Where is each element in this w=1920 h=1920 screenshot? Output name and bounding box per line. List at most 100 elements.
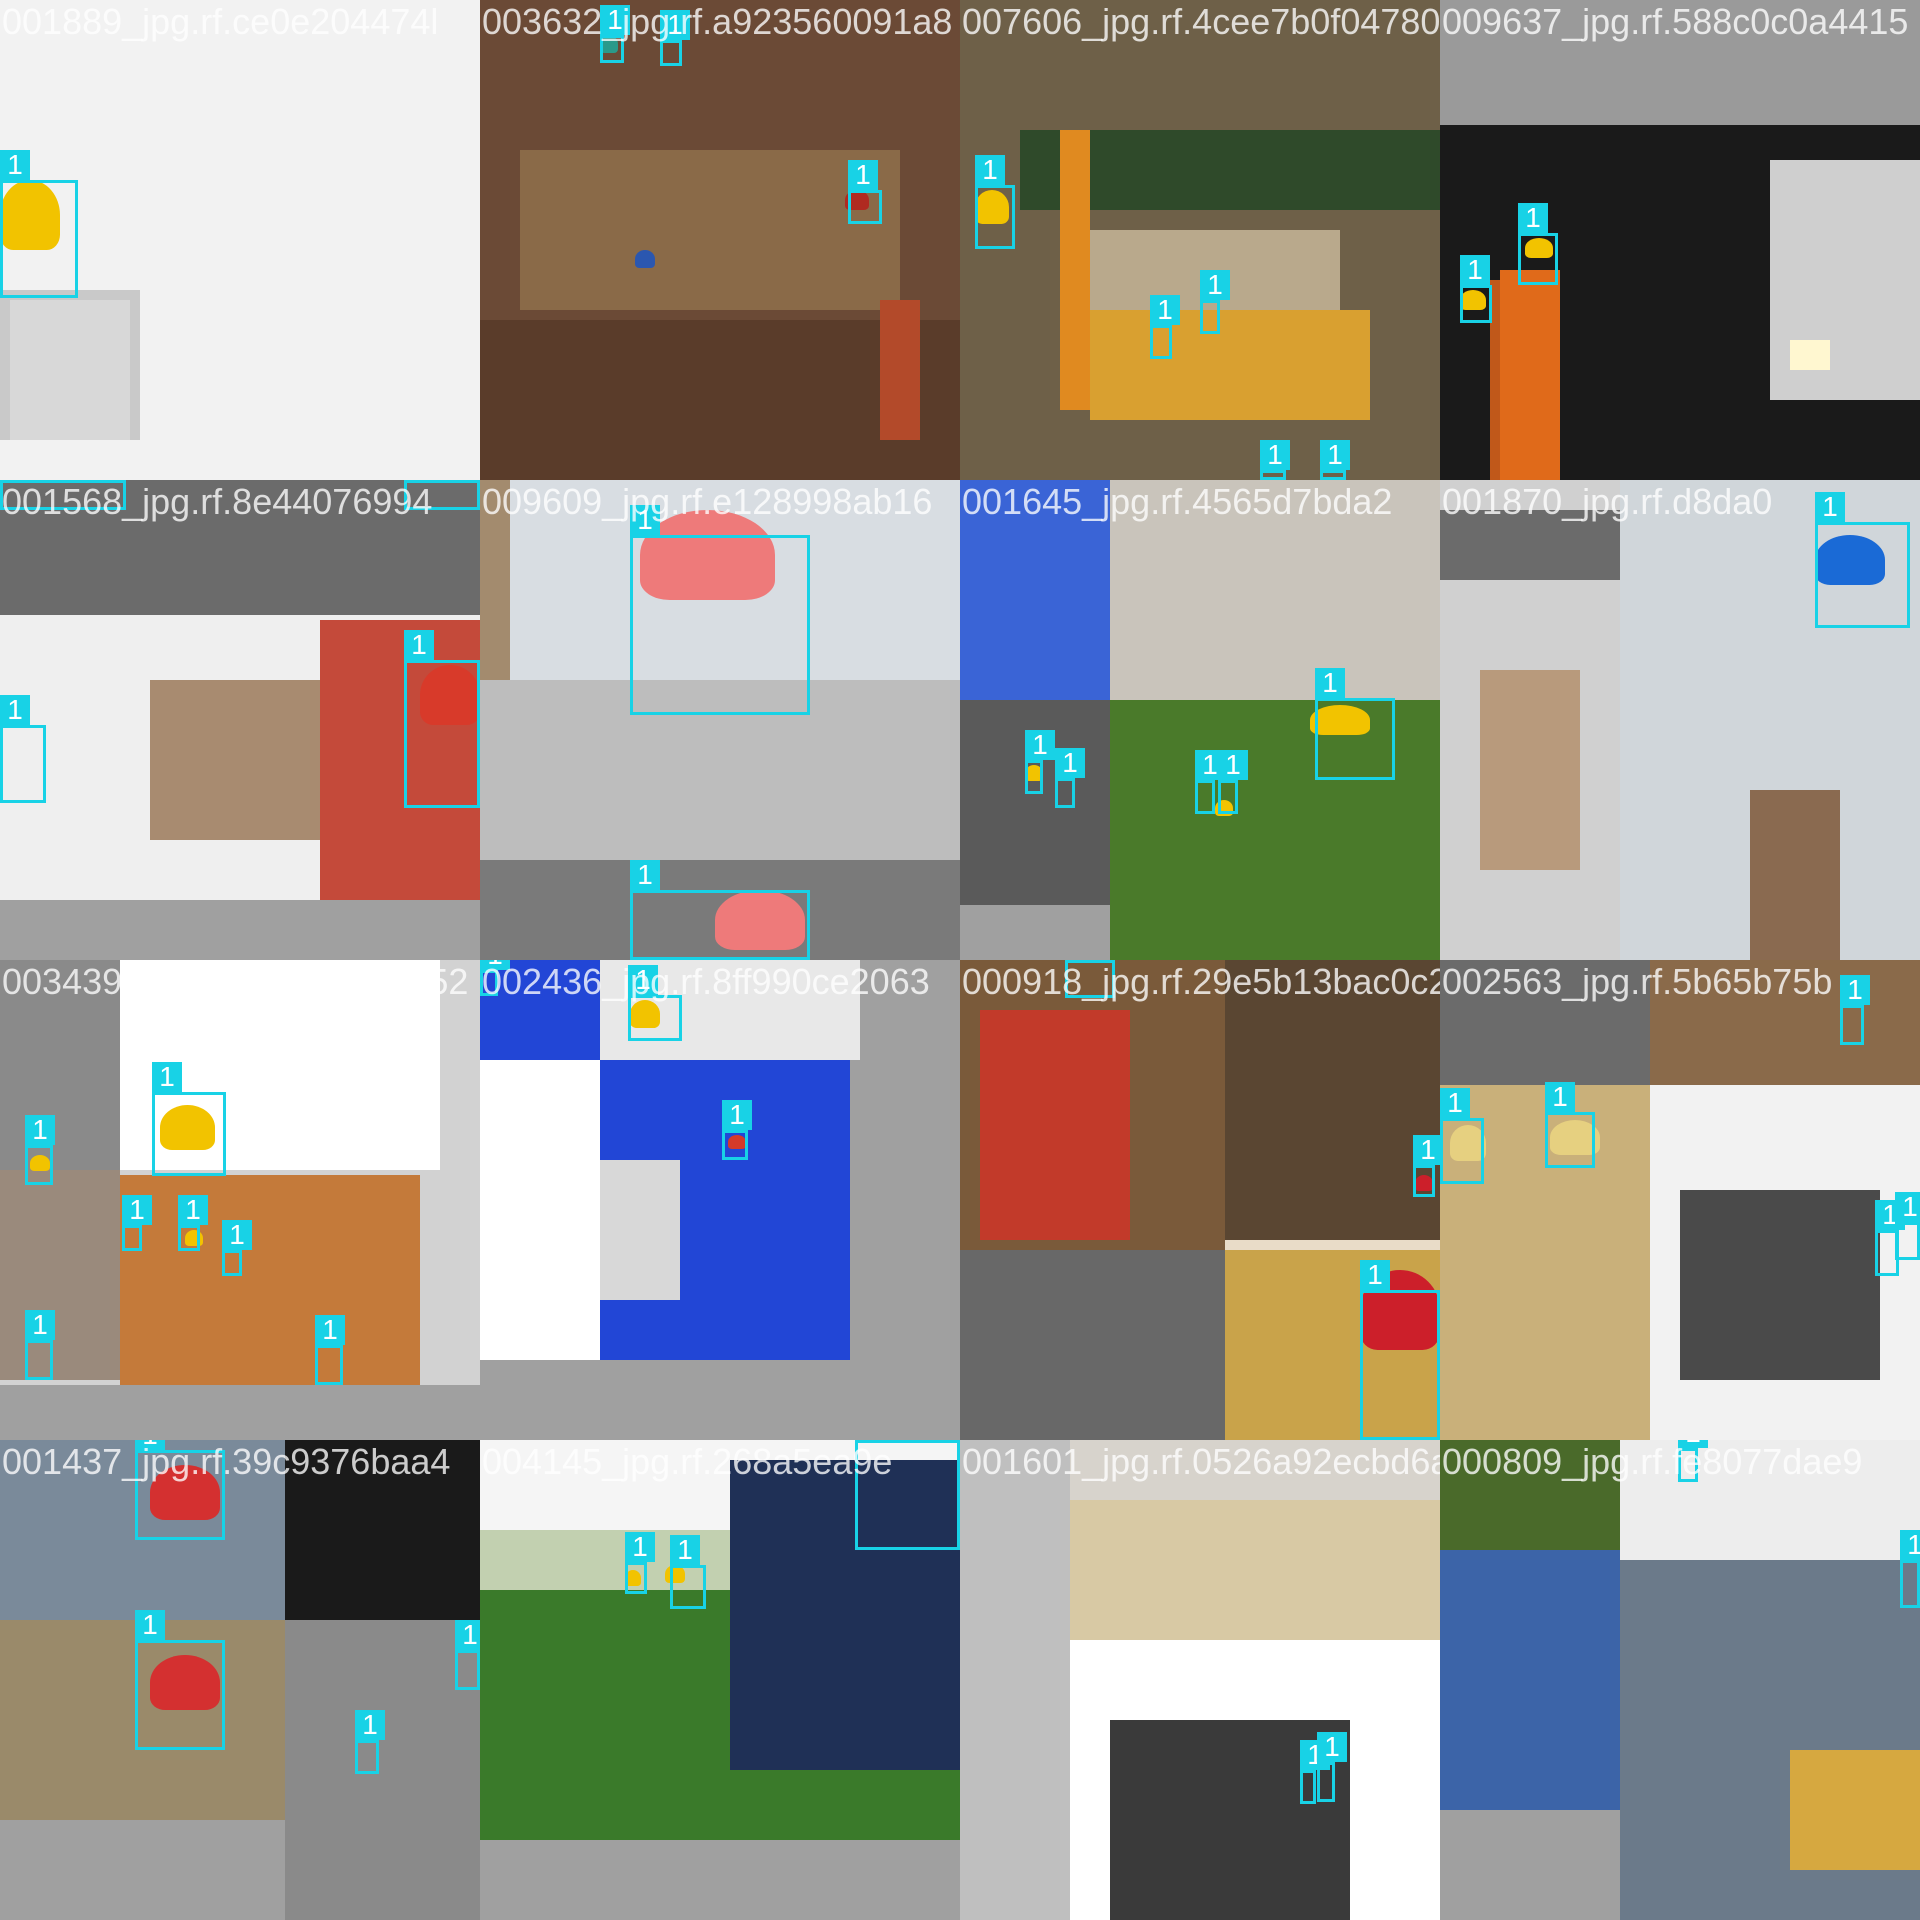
detection-box: 1 <box>1545 1082 1595 1168</box>
class-label: 1 <box>25 1310 55 1340</box>
photo-region <box>1790 340 1830 370</box>
detection-box: 1 <box>1200 270 1230 334</box>
class-label: 1 <box>0 695 30 725</box>
detection-box: 1 <box>1260 440 1290 480</box>
detection-box: 1 <box>25 1115 55 1185</box>
photo-region <box>1750 790 1840 960</box>
detection-box: 1 <box>404 630 480 808</box>
photo-region <box>1440 1550 1620 1810</box>
detection-box: 1 <box>722 1100 752 1160</box>
detection-box: 1 <box>600 5 630 63</box>
photo-region <box>1440 960 1650 1085</box>
mosaic-tile: 1 1 1 1 1 002563_jpg.rf.5b65b75b <box>1440 960 1920 1440</box>
photo-region <box>480 1060 600 1360</box>
detection-box: 1 <box>355 1710 385 1774</box>
photo-region <box>1070 1500 1440 1640</box>
detection-box: 1 <box>625 1532 655 1594</box>
class-label: 1 <box>630 860 660 890</box>
photo-region <box>480 1840 960 1920</box>
detection-box: 1 <box>315 1315 345 1385</box>
class-label: 1 <box>1895 1192 1920 1222</box>
detection-box: 1 <box>152 1062 226 1176</box>
class-label: 1 <box>1678 1440 1708 1448</box>
class-label: 1 <box>0 150 30 180</box>
class-label: 1 <box>722 1100 752 1130</box>
detection-box: 1 <box>135 1440 225 1540</box>
mosaic-tile: 1 1 1 003632_jpg.rf.a923560091a8 <box>480 0 960 480</box>
mosaic-tile: 11000809_jpg.rf.fe8077dae9 <box>1440 1440 1920 1920</box>
class-label: 1 <box>455 1620 480 1650</box>
class-label: 1 <box>628 965 658 995</box>
detection-box: 1 <box>1300 1740 1330 1804</box>
detection-box: 1 <box>670 1535 706 1609</box>
detection-box: 1 <box>1678 1440 1708 1482</box>
class-label: 1 <box>670 1535 700 1565</box>
class-label: 1 <box>1840 975 1870 1005</box>
class-label: 1 <box>1025 730 1055 760</box>
class-label: 1 <box>1150 295 1180 325</box>
detection-box: 1 <box>122 1195 152 1251</box>
photo-region <box>1480 670 1580 870</box>
photo-region <box>0 1385 480 1440</box>
class-label: 1 <box>625 1532 655 1562</box>
detection-box: 1 <box>455 1620 480 1690</box>
photo-region <box>880 300 920 440</box>
photo-region <box>0 1170 120 1380</box>
class-label: 1 <box>178 1195 208 1225</box>
mosaic-tile: 1 001889_jpg.rf.ce0e204474l <box>0 0 480 480</box>
photo-region <box>150 680 320 840</box>
detection-box: 1 <box>1317 1732 1347 1802</box>
detection-mosaic: 1 001889_jpg.rf.ce0e204474l 1 1 1 003632_jpg.… <box>0 0 1920 1920</box>
detection-box: 1 <box>480 960 510 996</box>
photo-region <box>1440 1810 1620 1920</box>
class-label: 1 <box>25 1115 55 1145</box>
class-label: 1 <box>355 1710 385 1740</box>
photo-region <box>0 900 480 960</box>
class-label: 1 <box>630 505 660 535</box>
class-label: 1 <box>1320 440 1350 470</box>
detection-box: 1 <box>0 695 46 803</box>
detection-box: 1 <box>975 155 1015 249</box>
detection-box: 1 <box>1055 748 1085 808</box>
class-label: 1 <box>1545 1082 1575 1112</box>
mosaic-tile: 1 1 1 1 1 001645_jpg.rf.4565d7bda2 <box>960 480 1440 960</box>
class-label: 1 <box>1260 440 1290 470</box>
photo-region <box>0 960 120 1180</box>
mosaic-tile: 111002436_jpg.rf.8ff990ce2063 <box>480 960 960 1440</box>
class-label: 1 <box>1440 1088 1470 1118</box>
mosaic-tile: 1 1 009637_jpg.rf.588c0c0a4415 <box>1440 0 1920 480</box>
detection-box: 1 <box>1065 960 1115 998</box>
detection-box: 1 <box>1840 975 1870 1045</box>
detection-box: 1 <box>1518 203 1558 285</box>
detection-box: 1 <box>630 860 810 960</box>
photo-region <box>960 1250 1225 1440</box>
photo-region <box>980 1010 1130 1240</box>
detection-box: 1 <box>135 1610 225 1750</box>
class-label: 1 <box>315 1315 345 1345</box>
photo-region <box>1440 0 1920 125</box>
photo-region <box>1110 480 1440 700</box>
photo-region <box>1440 1440 1620 1550</box>
detection-box: 1 <box>1195 750 1225 814</box>
class-label: 1 <box>975 155 1005 185</box>
photo-region <box>960 905 1110 960</box>
mosaic-tile: 1111001568_jpg.rf.8e44076994 <box>0 480 480 960</box>
detection-box: 1 <box>848 160 882 224</box>
hardhat <box>635 250 655 268</box>
class-label: 1 <box>1900 1530 1920 1560</box>
detection-box: 1 <box>404 480 480 510</box>
detection-box: 1 <box>222 1220 252 1276</box>
photo-region <box>1650 960 1920 1085</box>
photo-region <box>960 480 1110 700</box>
class-label: 1 <box>1460 255 1490 285</box>
photo-region <box>1090 310 1370 420</box>
photo-region <box>0 1820 285 1920</box>
detection-box: 1 <box>1218 750 1248 814</box>
class-label: 1 <box>152 1062 182 1092</box>
class-label: 1 <box>135 1610 165 1640</box>
detection-box: 1 <box>1025 730 1055 794</box>
mosaic-tile: 1 1 001601_jpg.rf.0526a92ecbd6a <box>960 1440 1440 1920</box>
class-label: 1 <box>122 1195 152 1225</box>
class-label: 1 <box>480 960 510 970</box>
mosaic-tile: 1 1 1 1 1 1 1 003439_jpg.rf.da77c0ced952 <box>0 960 480 1440</box>
